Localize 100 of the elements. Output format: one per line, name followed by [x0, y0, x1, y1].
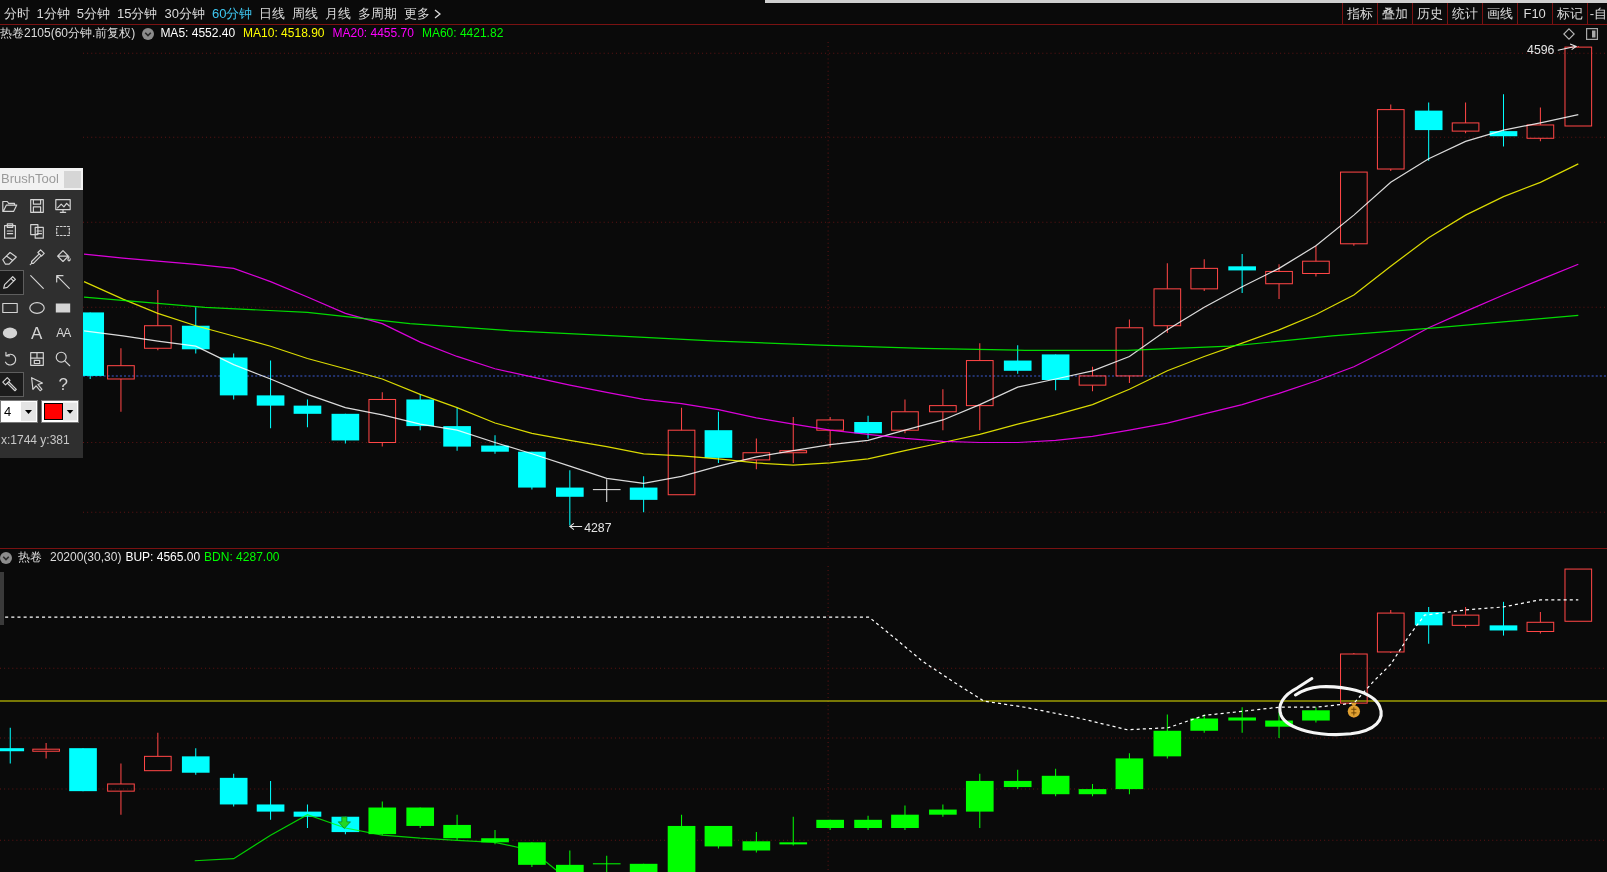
candlestick: [293, 803, 322, 829]
candlestick: [556, 850, 584, 872]
candlestick: [1228, 706, 1256, 734]
candlestick: [1041, 768, 1070, 797]
candlestick: [1041, 353, 1070, 391]
candlestick: [107, 763, 135, 816]
period-tab[interactable]: 1分钟: [33, 3, 74, 24]
period-tab[interactable]: 多周期: [354, 3, 401, 24]
toolbar-button[interactable]: 指标: [1341, 3, 1377, 24]
candlestick: [219, 352, 248, 400]
candlestick: [181, 747, 210, 776]
period-tab[interactable]: 5分钟: [73, 3, 114, 24]
scroll-handle[interactable]: [0, 572, 4, 625]
candlestick: [891, 398, 919, 434]
candlestick: [592, 855, 622, 872]
candlestick: [556, 469, 584, 526]
candlestick: [1228, 253, 1256, 294]
price-label: 4287: [584, 520, 612, 535]
toolbar-button[interactable]: F10: [1516, 3, 1552, 24]
candlestick: [854, 415, 882, 439]
candlestick: [1302, 706, 1330, 724]
candlestick: [1153, 262, 1182, 334]
font-tool-button[interactable]: AA: [50, 320, 77, 346]
toolbar-button[interactable]: 统计: [1446, 3, 1482, 24]
period-tab[interactable]: 月线: [321, 3, 355, 24]
period-tab[interactable]: 60分钟: [208, 3, 256, 24]
dropdown-icon[interactable]: [0, 551, 12, 564]
candlestick: [1078, 783, 1107, 797]
candlestick: [1376, 609, 1405, 654]
candlestick: [32, 742, 60, 759]
candlestick: [406, 393, 435, 431]
candlestick: [0, 727, 25, 765]
candlestick: [518, 451, 546, 491]
candlestick: [1489, 601, 1518, 637]
candlestick: [1489, 93, 1518, 147]
candlestick: [256, 360, 285, 429]
candlestick: [481, 829, 509, 845]
candlestick: [929, 388, 957, 431]
eyedropper-icon: [27, 247, 46, 266]
more-menu[interactable]: 更多: [400, 3, 445, 24]
candlestick: [592, 478, 622, 503]
period-tab[interactable]: 周线: [288, 3, 322, 24]
toolbar-button[interactable]: 历史: [1411, 3, 1447, 24]
candlestick: [1003, 344, 1032, 375]
candlestick: [965, 773, 994, 829]
monitor-icon: [54, 196, 73, 215]
candlestick: [406, 807, 435, 829]
toolbar-button[interactable]: 叠加: [1376, 3, 1412, 24]
chart-title: 热卷: [18, 549, 42, 566]
toolbar-button[interactable]: -自: [1586, 3, 1607, 24]
candlestick: [331, 413, 360, 445]
candlestick: [1414, 101, 1443, 162]
candlestick: [1265, 263, 1293, 300]
search-icon: [54, 349, 73, 368]
indicator-value: BUP: 4565.00: [125, 549, 201, 566]
candlestick: [1564, 568, 1593, 622]
candlestick: [1190, 258, 1219, 292]
candlestick: [1078, 366, 1107, 392]
candlestick: [1451, 101, 1480, 134]
candlestick: [144, 732, 172, 772]
candlestick: [816, 416, 844, 449]
diamond-icon[interactable]: [1563, 27, 1575, 40]
hammer-button[interactable]: [0, 371, 24, 397]
candlestick: [704, 411, 733, 464]
candlestick: [854, 815, 882, 831]
period-tab[interactable]: 15分钟: [113, 3, 161, 24]
period-tab[interactable]: 30分钟: [160, 3, 209, 24]
candlestick: [481, 434, 509, 455]
arrow-icon: [54, 273, 73, 292]
candlestick: [779, 416, 808, 464]
candlestick: [69, 747, 97, 792]
toolbar-button[interactable]: 标记: [1551, 3, 1587, 24]
candlestick: [181, 306, 210, 354]
candlestick: [144, 289, 172, 351]
text-tool-button[interactable]: A: [23, 320, 50, 346]
candlestick: [891, 804, 919, 831]
candlestick: [1190, 713, 1219, 734]
candlestick: [629, 475, 658, 513]
chart-title: 热卷2105(60分钟.前复权): [0, 25, 136, 42]
hammer-icon: [1, 375, 20, 394]
panel-toggle-icon[interactable]: [1586, 27, 1598, 40]
dropdown-icon[interactable]: [142, 27, 155, 40]
color-dropdown[interactable]: [41, 400, 79, 423]
candlestick: [1115, 752, 1144, 795]
candlestick: [368, 800, 397, 836]
toolbar-button[interactable]: 画线: [1481, 3, 1517, 24]
period-tab[interactable]: 日线: [255, 3, 289, 24]
line-width-dropdown[interactable]: 4: [0, 400, 38, 423]
down-arrow-icon: [337, 816, 351, 829]
period-tab[interactable]: 分时: [0, 3, 33, 24]
caret-icon: [21, 402, 36, 421]
candlestick: [1414, 606, 1443, 645]
candlestick: [219, 773, 248, 807]
candlestick: [779, 816, 808, 846]
candlestick: [518, 841, 546, 868]
pencil-button[interactable]: [0, 269, 24, 295]
candlestick: [1451, 606, 1480, 628]
candlestick: [443, 814, 471, 841]
cursor-coordinates: x:1744 y:381: [0, 432, 71, 449]
help-button[interactable]: ?: [50, 371, 77, 397]
